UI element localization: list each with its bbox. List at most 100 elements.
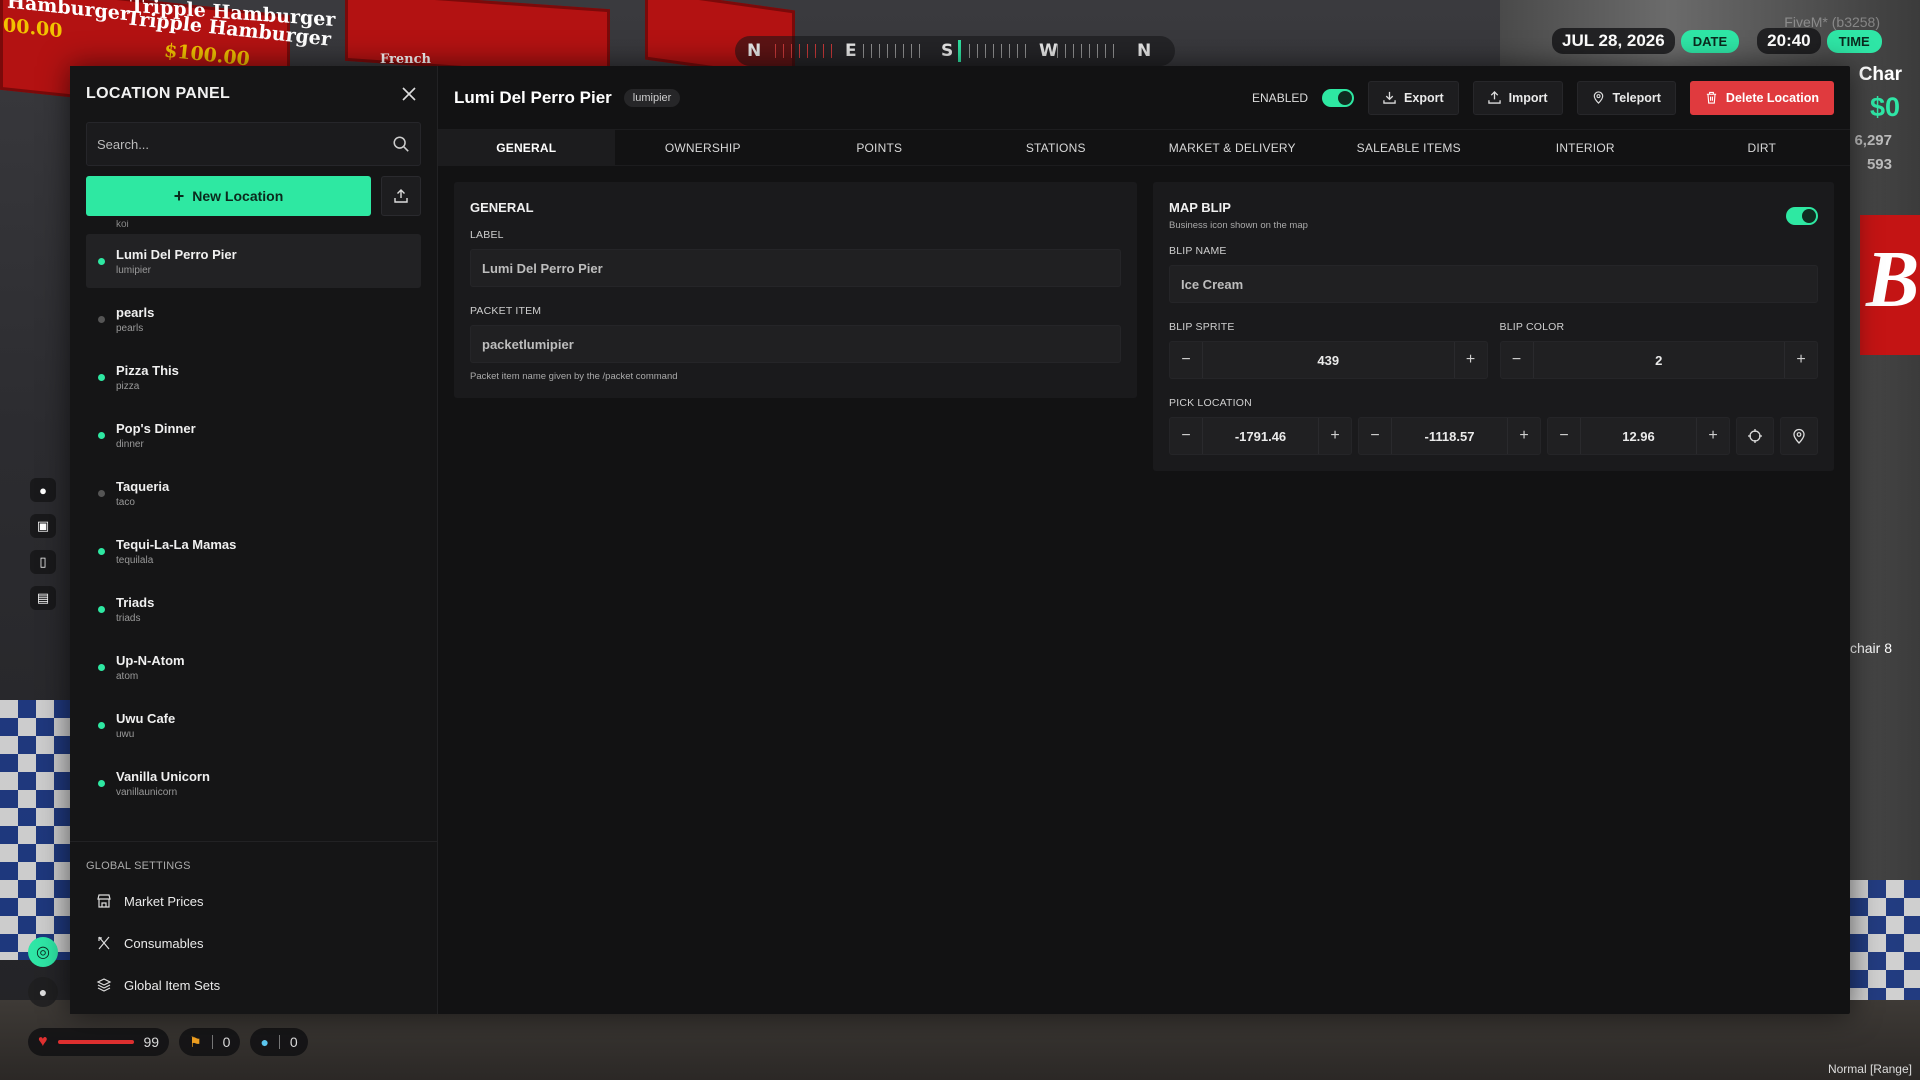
- coord-y-value[interactable]: -1118.57: [1391, 418, 1508, 454]
- location-editor: Lumi Del Perro Pier lumipier ENABLED Exp…: [438, 66, 1850, 1014]
- plus-icon[interactable]: +: [1508, 418, 1540, 454]
- compass-tick: [903, 44, 904, 58]
- location-name: Taqueria: [116, 478, 170, 494]
- global-settings-label: Market Prices: [124, 893, 204, 909]
- compass-tick: [1097, 44, 1098, 58]
- map-blip-subtitle: Business icon shown on the map: [1169, 220, 1308, 231]
- location-name: Vanilla Unicorn: [116, 768, 210, 784]
- compass-tick: [1017, 44, 1018, 58]
- location-name: Up-N-Atom: [116, 652, 185, 668]
- tab-market-delivery[interactable]: MARKET & DELIVERY: [1144, 130, 1321, 165]
- blip-color-value[interactable]: 2: [1532, 342, 1785, 378]
- tab-general[interactable]: GENERAL: [438, 130, 615, 165]
- compass-tick: [783, 44, 784, 58]
- blip-name-input[interactable]: Ice Cream: [1169, 265, 1818, 303]
- list-item[interactable]: Taqueria taco: [86, 466, 421, 520]
- location-id: uwu: [116, 728, 135, 740]
- location-id: pizza: [116, 380, 140, 392]
- map-pin-button[interactable]: [1780, 417, 1818, 455]
- list-item-text: Vanilla Unicorn vanillaunicorn: [116, 769, 210, 798]
- teleport-button[interactable]: Teleport: [1576, 80, 1676, 115]
- list-item[interactable]: Triads triads: [86, 582, 421, 636]
- compass-tick: [823, 44, 824, 58]
- crosshair-button[interactable]: [1736, 417, 1774, 455]
- health-value: 99: [143, 1034, 160, 1050]
- location-name: Pizza This: [116, 362, 179, 378]
- location-name: Triads: [116, 594, 155, 610]
- tab-points[interactable]: POINTS: [791, 130, 968, 165]
- sidebar-header: LOCATION PANEL: [70, 66, 437, 122]
- minus-icon[interactable]: −: [1170, 342, 1202, 378]
- list-item-text: Pop's Dinner dinner: [116, 421, 196, 450]
- tab-saleable-items[interactable]: SALEABLE ITEMS: [1321, 130, 1498, 165]
- location-id: triads: [116, 612, 141, 624]
- global-settings-global-item-sets[interactable]: Global Item Sets: [86, 964, 421, 1006]
- sidebar-title: LOCATION PANEL: [86, 85, 231, 102]
- packet-item-input[interactable]: packetlumipier: [470, 325, 1121, 363]
- search-input[interactable]: [97, 136, 392, 152]
- location-id: taco: [116, 496, 135, 508]
- global-settings-market-prices[interactable]: Market Prices: [86, 880, 421, 922]
- location-panel: LOCATION PANEL + New Location: [70, 66, 1850, 1014]
- coord-z-value[interactable]: 12.96: [1580, 418, 1697, 454]
- status-dot: [98, 721, 105, 729]
- coord-z-stepper: − 12.96 +: [1547, 417, 1730, 455]
- plus-icon[interactable]: +: [1785, 342, 1817, 378]
- list-item-text: pearls pearls: [116, 305, 154, 334]
- blip-sprite-value[interactable]: 439: [1202, 342, 1455, 378]
- list-item[interactable]: Pizza This pizza: [86, 350, 421, 404]
- compass-tick: [887, 44, 888, 58]
- compass-tick: [969, 44, 970, 58]
- bag-icon: ▣: [30, 514, 56, 538]
- enabled-toggle[interactable]: [1322, 88, 1355, 107]
- background-checker-floor: [0, 700, 70, 960]
- compass-tick: [799, 44, 800, 58]
- compass-tick: [879, 44, 880, 58]
- plus-icon[interactable]: +: [1455, 342, 1487, 378]
- status-dot: [98, 431, 105, 439]
- new-location-button[interactable]: + New Location: [86, 176, 371, 216]
- status-dot: [98, 663, 105, 671]
- delete-location-button[interactable]: Delete Location: [1689, 80, 1834, 115]
- hunger-status: ⚑ 0: [179, 1028, 241, 1056]
- list-item[interactable]: Uwu Cafe uwu: [86, 698, 421, 752]
- coord-x-stepper: − -1791.46 +: [1169, 417, 1352, 455]
- list-item[interactable]: Tequi-La-La Mamas tequilala: [86, 524, 421, 578]
- crosshair-icon: [1748, 429, 1762, 443]
- minus-icon[interactable]: −: [1170, 418, 1202, 454]
- list-item[interactable]: pearls pearls: [86, 292, 421, 346]
- tab-dirt[interactable]: DIRT: [1674, 130, 1851, 165]
- compass-tick: [919, 44, 920, 58]
- blip-sprite-color-row: BLIP SPRITE − 439 + BLIP COLOR − 2 +: [1169, 303, 1818, 379]
- compass-tick: [1073, 44, 1074, 58]
- list-item[interactable]: Lumi Del Perro Pier lumipier: [86, 234, 421, 288]
- list-item[interactable]: Up-N-Atom atom: [86, 640, 421, 694]
- location-name: Tequi-La-La Mamas: [116, 536, 237, 552]
- list-item[interactable]: Pop's Dinner dinner: [86, 408, 421, 462]
- tab-ownership[interactable]: OWNERSHIP: [615, 130, 792, 165]
- tab-interior[interactable]: INTERIOR: [1497, 130, 1674, 165]
- minus-icon[interactable]: −: [1548, 418, 1580, 454]
- sign-price: 00.00: [3, 14, 63, 43]
- export-button[interactable]: Export: [1368, 80, 1459, 115]
- minus-icon[interactable]: −: [1501, 342, 1533, 378]
- search-icon[interactable]: [392, 135, 410, 153]
- list-item[interactable]: Vanilla Unicorn vanillaunicorn: [86, 756, 421, 810]
- plus-icon[interactable]: +: [1697, 418, 1729, 454]
- editor-body: GENERAL LABEL Lumi Del Perro Pier PACKET…: [438, 166, 1850, 1014]
- plus-icon[interactable]: +: [1319, 418, 1351, 454]
- map-blip-toggle[interactable]: [1786, 206, 1818, 225]
- minus-icon[interactable]: −: [1359, 418, 1391, 454]
- upload-button[interactable]: [381, 176, 421, 216]
- time-value: 20:40: [1757, 28, 1821, 54]
- blip-color-label: BLIP COLOR: [1499, 321, 1565, 333]
- label-input[interactable]: Lumi Del Perro Pier: [470, 249, 1121, 287]
- close-icon[interactable]: [397, 82, 421, 106]
- global-settings-consumables[interactable]: Consumables: [86, 922, 421, 964]
- import-button[interactable]: Import: [1472, 80, 1563, 115]
- tab-stations[interactable]: STATIONS: [968, 130, 1145, 165]
- coord-x-value[interactable]: -1791.46: [1202, 418, 1319, 454]
- compass-tick: [1113, 44, 1114, 58]
- divider: [278, 1035, 280, 1049]
- compass-tick: [1001, 44, 1002, 58]
